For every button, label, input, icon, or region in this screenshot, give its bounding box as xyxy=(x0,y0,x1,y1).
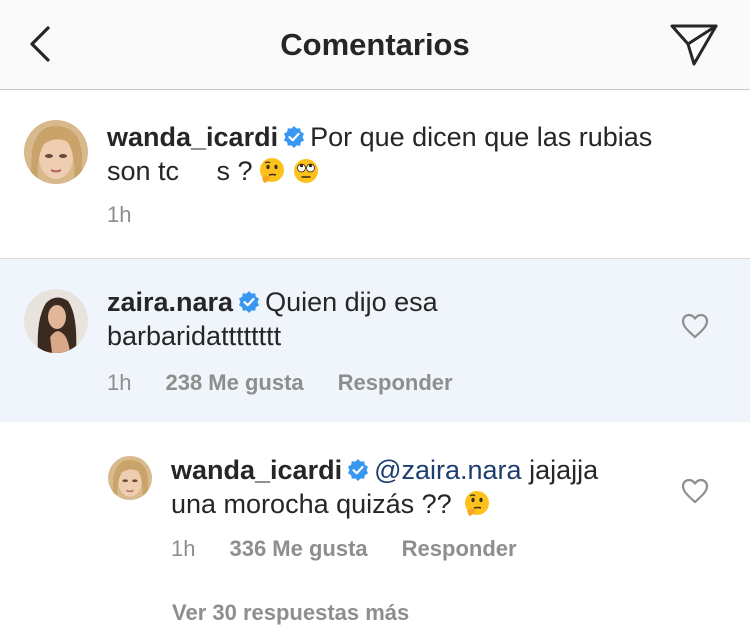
likes-count[interactable]: 238 Me gusta xyxy=(165,370,303,395)
username[interactable]: wanda_icardi xyxy=(171,455,342,485)
caption-line-1: Por que dicen que las rubias xyxy=(310,122,653,152)
comment-line-1: Quien dijo esa xyxy=(265,287,438,317)
verified-badge-icon xyxy=(348,459,369,481)
reply-line-2: una morocha quizás ?? xyxy=(171,489,452,519)
avatar[interactable] xyxy=(24,120,88,184)
verified-badge-icon xyxy=(284,126,305,148)
reply-button[interactable]: Responder xyxy=(338,370,453,395)
avatar[interactable] xyxy=(24,289,88,353)
caption-text: wanda_icardi Por que dicen que las rubia… xyxy=(107,120,707,188)
thinking-face-icon xyxy=(259,158,284,183)
rolling-eyes-face-icon xyxy=(293,159,318,183)
timestamp: 1h xyxy=(107,370,132,395)
reply-meta: 1h 336 Me gusta Responder xyxy=(171,536,551,562)
avatar[interactable] xyxy=(108,456,152,500)
comment-row-highlighted: zaira.nara Quien dijo esa barbaridattttt… xyxy=(0,259,750,422)
username[interactable]: zaira.nara xyxy=(107,287,233,317)
heart-icon[interactable] xyxy=(681,478,709,504)
reply-text: wanda_icardi @zaira.nara jajajja una mor… xyxy=(171,453,651,521)
caption-line-2: son tc s ? xyxy=(107,156,253,186)
post-caption: wanda_icardi Por que dicen que las rubia… xyxy=(0,90,750,259)
heart-icon[interactable] xyxy=(681,313,709,339)
header-bar: Comentarios xyxy=(0,0,750,90)
comment-text: zaira.nara Quien dijo esa barbaridattttt… xyxy=(107,285,667,353)
paper-plane-icon[interactable] xyxy=(668,20,720,68)
likes-count[interactable]: 336 Me gusta xyxy=(229,536,367,561)
page-title: Comentarios xyxy=(280,27,470,62)
timestamp: 1h xyxy=(107,202,132,227)
comment-meta: 1h 238 Me gusta Responder xyxy=(107,370,487,396)
comment-line-2: barbaridatttttttt xyxy=(107,321,282,351)
reply-button[interactable]: Responder xyxy=(402,536,517,561)
view-replies-link[interactable]: Ver 30 respuestas más xyxy=(172,600,409,626)
comment-reply-row: wanda_icardi @zaira.nara jajajja una mor… xyxy=(0,422,750,615)
thinking-face-icon xyxy=(464,491,489,516)
username[interactable]: wanda_icardi xyxy=(107,122,278,152)
caption-meta: 1h xyxy=(107,202,165,228)
reply-line-1: jajajja xyxy=(529,455,599,485)
mention-link[interactable]: @zaira.nara xyxy=(374,455,521,485)
timestamp: 1h xyxy=(171,536,196,561)
verified-badge-icon xyxy=(239,291,260,313)
